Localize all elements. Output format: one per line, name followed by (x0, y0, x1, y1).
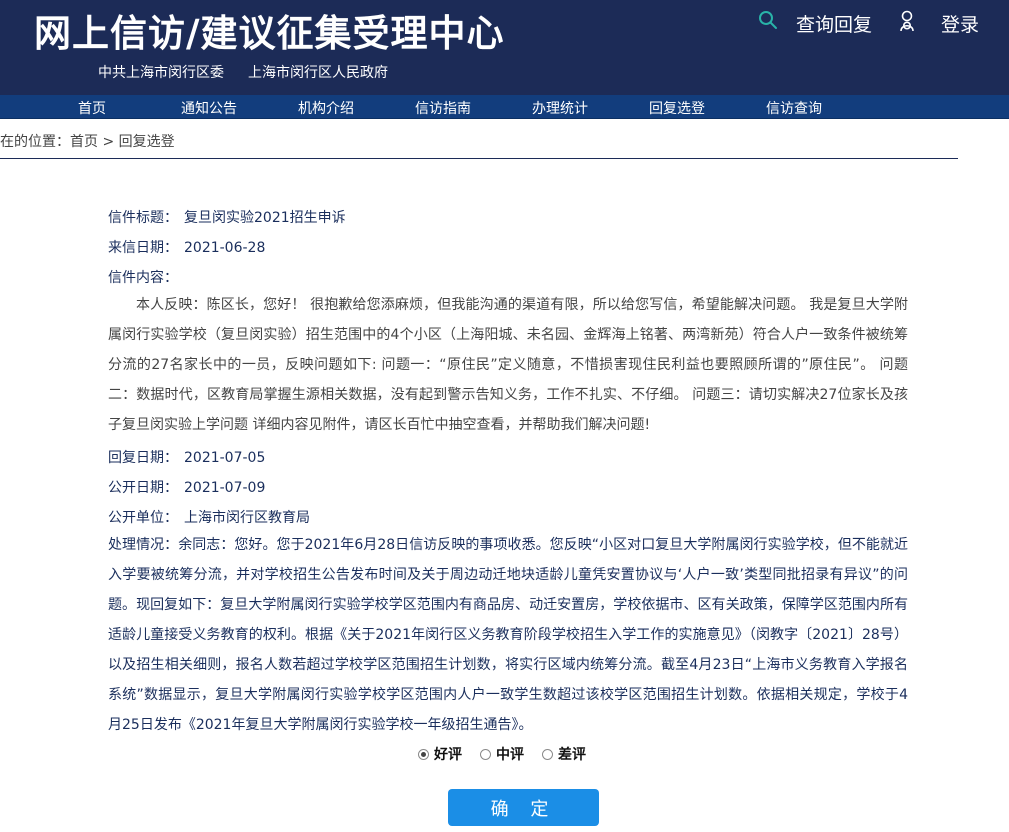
nav-query[interactable]: 信访查询 (766, 98, 822, 118)
nav-replies[interactable]: 回复选登 (649, 98, 705, 118)
public-date-value: 2021-07-09 (184, 480, 266, 496)
rating-neutral[interactable]: 中评 (480, 744, 524, 764)
public-unit-label: 公开单位： (108, 510, 178, 526)
nav-statistics[interactable]: 办理统计 (532, 98, 588, 118)
letter-title-value: 复旦闵实验2021招生申诉 (184, 210, 346, 226)
rating-bad-radio[interactable] (542, 748, 553, 760)
rating-good-radio[interactable] (418, 748, 429, 760)
letter-date-value: 2021-06-28 (184, 240, 266, 256)
nav-home[interactable]: 首页 (78, 98, 106, 118)
nav-notices[interactable]: 通知公告 (181, 98, 237, 118)
confirm-button[interactable]: 确 定 (448, 789, 599, 826)
letter-content-label: 信件内容： (108, 270, 178, 286)
letter-title-label: 信件标题： (108, 210, 178, 226)
handling-text: 余同志：您好。您于2021年6月28日信访反映的事项收悉。您反映“小区对口复旦大… (108, 537, 908, 733)
nav-about[interactable]: 机构介绍 (298, 98, 354, 118)
breadcrumb-divider (0, 158, 958, 159)
public-unit-value: 上海市闵行区教育局 (184, 510, 310, 526)
reply-date-value: 2021-07-05 (184, 450, 266, 466)
nav-guide[interactable]: 信访指南 (415, 98, 471, 118)
site-header: 网上信访/建议征集受理中心 中共上海市闵行区委 上海市闵行区人民政府 查询回复 … (0, 0, 1009, 95)
rating-bad[interactable]: 差评 (542, 744, 586, 764)
public-date-row: 公开日期： 2021-07-09 (108, 477, 265, 497)
org-district-committee: 中共上海市闵行区委 (98, 65, 224, 81)
login-link[interactable]: 登录 (941, 10, 979, 37)
letter-date-label: 来信日期： (108, 240, 178, 256)
reply-date-row: 回复日期： 2021-07-05 (108, 447, 265, 467)
public-date-label: 公开日期： (108, 480, 178, 496)
search-icon[interactable] (758, 10, 778, 30)
rating-group: 好评 中评 差评 (418, 744, 604, 764)
rating-good-label: 好评 (434, 747, 462, 763)
query-reply-link[interactable]: 查询回复 (796, 10, 872, 37)
user-icon[interactable] (898, 10, 916, 32)
handling-label: 处理情况： (108, 537, 179, 553)
breadcrumb: 所在的位置：首页 > 回复选登 (0, 134, 175, 150)
rating-good[interactable]: 好评 (418, 744, 462, 764)
main-nav: 首页 通知公告 机构介绍 信访指南 办理统计 回复选登 信访查询 (0, 95, 1009, 119)
letter-content-text: 本人反映：陈区长，您好！ 很抱歉给您添麻烦，但我能沟通的渠道有限，所以给您写信，… (108, 297, 908, 433)
letter-date-row: 来信日期： 2021-06-28 (108, 237, 265, 257)
rating-neutral-label: 中评 (496, 747, 524, 763)
org-district-government: 上海市闵行区人民政府 (248, 65, 388, 81)
rating-neutral-radio[interactable] (480, 748, 491, 760)
public-unit-row: 公开单位： 上海市闵行区教育局 (108, 507, 310, 527)
letter-title-row: 信件标题： 复旦闵实验2021招生申诉 (108, 207, 346, 227)
rating-bad-label: 差评 (558, 747, 586, 763)
handling-section: 处理情况：余同志：您好。您于2021年6月28日信访反映的事项收悉。您反映“小区… (108, 530, 908, 740)
site-title: 网上信访/建议征集受理中心 (34, 11, 505, 55)
reply-date-label: 回复日期： (108, 450, 178, 466)
